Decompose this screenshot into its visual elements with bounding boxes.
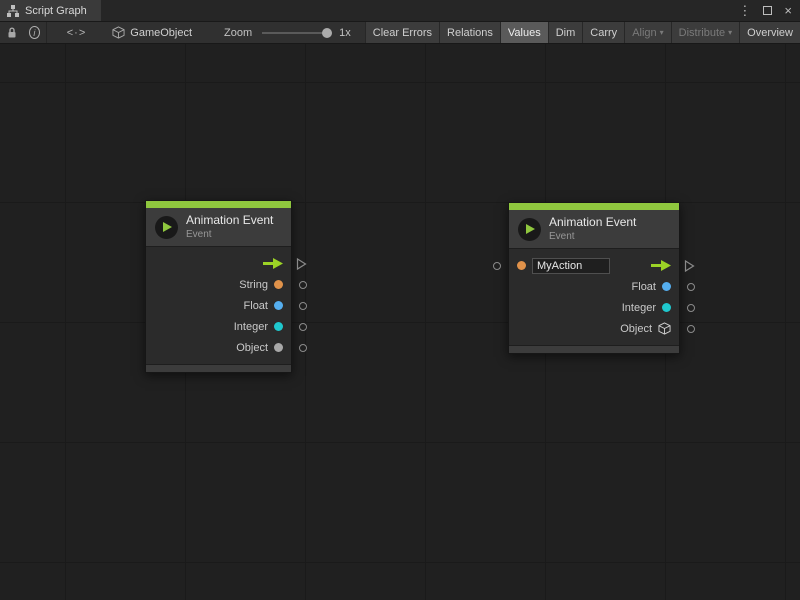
chevron-down-icon: ▾ [660, 28, 664, 37]
node-animation-event-1[interactable]: Animation Event Event Strin [145, 200, 292, 373]
graph-canvas[interactable]: Animation Event Event Strin [0, 44, 800, 600]
node-subtitle: Event [186, 229, 273, 240]
port-string-output[interactable] [299, 281, 307, 289]
relations-button[interactable]: Relations [439, 22, 500, 44]
port-row-object: Object [146, 337, 291, 358]
event-play-icon [155, 216, 178, 239]
overview-button[interactable]: Overview [739, 22, 800, 44]
flow-arrow-icon [263, 258, 283, 269]
object-type-dot [274, 343, 283, 352]
port-row-float: Float [146, 295, 291, 316]
node-header[interactable]: Animation Event Event [509, 210, 679, 248]
gameobject-icon [112, 26, 125, 39]
zoom-slider-handle[interactable] [322, 28, 332, 38]
port-row-integer: Integer [509, 297, 679, 318]
flow-arrow-icon [651, 260, 671, 271]
port-float-output[interactable] [687, 283, 695, 291]
clear-errors-button[interactable]: Clear Errors [365, 22, 439, 44]
port-flow-output[interactable] [684, 259, 695, 272]
align-label: Align [632, 27, 656, 39]
integer-type-dot [662, 303, 671, 312]
dim-button[interactable]: Dim [548, 22, 583, 44]
action-name-input[interactable] [532, 258, 610, 274]
zoom-label: Zoom [224, 27, 252, 39]
maximize-icon[interactable] [763, 6, 772, 15]
node-title: Animation Event [549, 216, 636, 229]
toolbar-buttons: Clear Errors Relations Values Dim Carry … [365, 22, 800, 44]
zoom-slider[interactable] [262, 26, 332, 40]
node-accent-bar [146, 201, 291, 208]
port-flow-output[interactable] [296, 257, 307, 270]
node-footer [146, 364, 291, 372]
action-input-row [509, 255, 679, 276]
port-object-output[interactable] [299, 344, 307, 352]
port-row-object: Object [509, 318, 679, 339]
tab-label: Script Graph [25, 5, 87, 17]
integer-type-dot [274, 322, 283, 331]
port-row-float: Float [509, 276, 679, 297]
carry-button[interactable]: Carry [582, 22, 624, 44]
float-type-dot [662, 282, 671, 291]
float-type-dot [274, 301, 283, 310]
node-accent-bar [509, 203, 679, 210]
close-icon[interactable]: × [784, 4, 792, 17]
zoom-value: 1x [339, 27, 351, 39]
node-subtitle: Event [549, 231, 636, 242]
object-cube-icon [658, 322, 671, 335]
gameobject-label: GameObject [130, 27, 192, 39]
port-label: Object [620, 323, 652, 335]
graph-icon [7, 5, 19, 17]
string-type-dot [274, 280, 283, 289]
values-button[interactable]: Values [500, 22, 548, 44]
string-type-dot [517, 261, 526, 270]
port-object-output[interactable] [687, 325, 695, 333]
menu-icon[interactable]: ⋮ [738, 4, 751, 17]
window-controls: ⋮ × [738, 0, 800, 21]
node-body: Float Integer Object [509, 248, 679, 345]
port-float-output[interactable] [299, 302, 307, 310]
port-label: Integer [234, 321, 268, 333]
distribute-button[interactable]: Distribute ▾ [671, 22, 739, 44]
lock-icon[interactable] [7, 27, 17, 39]
node-animation-event-2[interactable]: Animation Event Event [508, 202, 680, 354]
distribute-label: Distribute [679, 27, 725, 39]
port-label: Object [236, 342, 268, 354]
node-body: String Float Integer Object [146, 246, 291, 364]
port-label: String [239, 279, 268, 291]
event-play-icon [518, 218, 541, 241]
graph-toolbar: i <·> GameObject Zoom 1x Clear Errors Re… [0, 22, 800, 44]
align-button[interactable]: Align ▾ [624, 22, 670, 44]
port-action-input[interactable] [493, 262, 501, 270]
node-title: Animation Event [186, 214, 273, 227]
chevron-down-icon: ▾ [728, 28, 732, 37]
code-icon[interactable]: <·> [67, 27, 87, 39]
info-icon[interactable]: i [29, 26, 40, 39]
flow-output-row [146, 253, 291, 274]
node-header[interactable]: Animation Event Event [146, 208, 291, 246]
port-row-string: String [146, 274, 291, 295]
port-integer-output[interactable] [299, 323, 307, 331]
tab-script-graph[interactable]: Script Graph [0, 0, 101, 21]
port-label: Float [632, 281, 656, 293]
port-integer-output[interactable] [687, 304, 695, 312]
port-label: Float [244, 300, 268, 312]
window-titlebar: Script Graph ⋮ × [0, 0, 800, 22]
node-footer [509, 345, 679, 353]
toolbar-separator [46, 22, 47, 44]
port-row-integer: Integer [146, 316, 291, 337]
port-label: Integer [622, 302, 656, 314]
